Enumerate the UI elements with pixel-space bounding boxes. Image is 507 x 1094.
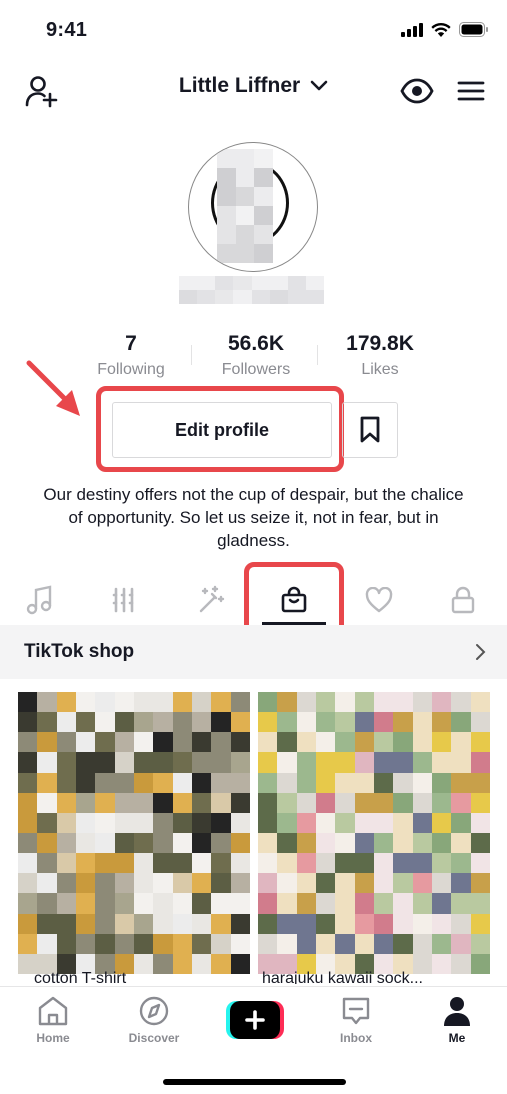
bookmark-icon (360, 416, 380, 443)
stat-likes-label: Likes (361, 361, 399, 378)
stat-following-value: 7 (125, 332, 137, 355)
avatar[interactable] (188, 142, 318, 272)
inbox-icon (342, 997, 370, 1025)
product-title[interactable]: harajuku kawaii sock... (262, 966, 487, 984)
stat-followers[interactable]: 56.6K Followers (196, 332, 316, 379)
eye-icon (400, 78, 434, 104)
shop-bag-icon (281, 586, 307, 613)
home-icon (38, 996, 68, 1026)
tab-private[interactable] (433, 580, 493, 620)
bottom-nav: Home Discover Inbox Me (0, 986, 507, 1094)
profile-bio: Our destiny offers not the cup of despai… (43, 485, 464, 550)
nav-home-label: Home (36, 1031, 70, 1045)
nav-discover-label: Discover (128, 1031, 180, 1045)
nav-me[interactable]: Me (407, 995, 507, 1045)
tab-effects[interactable] (180, 580, 240, 620)
stat-likes-value: 179.8K (346, 332, 414, 355)
stat-following-label: Following (97, 361, 165, 378)
username-blur (179, 276, 324, 304)
stat-divider (317, 345, 318, 365)
battery-icon (459, 22, 488, 37)
nav-me-label: Me (448, 1031, 466, 1045)
lock-icon (451, 586, 475, 614)
magic-icon (199, 585, 225, 613)
status-time: 9:41 (46, 19, 88, 41)
create-button[interactable] (226, 1001, 284, 1039)
chevron-right-icon (476, 644, 486, 660)
avatar-blur (217, 149, 273, 263)
chevron-down-icon (310, 81, 328, 91)
tiktok-shop-row[interactable]: TikTok shop (0, 625, 507, 679)
profile-views-button[interactable] (398, 74, 436, 108)
stat-followers-value: 56.6K (227, 332, 285, 355)
nav-inbox-label: Inbox (340, 1031, 372, 1045)
compass-icon (139, 996, 169, 1026)
stat-likes: 179.8K Likes (320, 332, 440, 379)
menu-button[interactable] (453, 74, 489, 108)
heart-icon (365, 587, 393, 613)
music-icon (26, 585, 52, 615)
signal-icon (401, 22, 423, 37)
nav-discover[interactable]: Discover (104, 995, 204, 1045)
tab-videos[interactable] (94, 580, 154, 620)
profile-icon (444, 997, 470, 1026)
nav-home[interactable]: Home (3, 995, 103, 1045)
profile-name: Little Liffner (178, 74, 301, 97)
favorites-button[interactable] (342, 402, 398, 458)
stat-followers-label: Followers (221, 361, 291, 378)
tiktok-shop-title: TikTok shop (24, 641, 135, 662)
wifi-icon (431, 22, 451, 37)
stat-following[interactable]: 7 Following (71, 332, 191, 379)
home-indicator (163, 1079, 346, 1085)
product-card-image[interactable] (18, 692, 250, 974)
grid-icon (112, 587, 136, 613)
product-title[interactable]: cotton T-shirt (34, 966, 234, 984)
nav-inbox[interactable]: Inbox (306, 995, 406, 1045)
tab-shop[interactable] (264, 580, 324, 620)
edit-profile-button[interactable]: Edit profile (112, 402, 332, 458)
menu-icon (457, 81, 485, 101)
stat-divider (191, 345, 192, 365)
status-icons (401, 22, 489, 37)
tab-liked[interactable] (349, 580, 409, 620)
product-card-image[interactable] (258, 692, 490, 974)
plus-icon (245, 1010, 265, 1030)
arrow-annotation-icon (26, 360, 80, 416)
tab-sounds[interactable] (10, 580, 70, 620)
